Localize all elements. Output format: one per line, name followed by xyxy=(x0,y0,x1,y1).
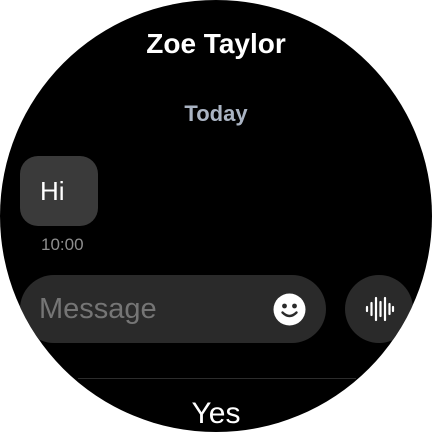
voice-waveform-icon xyxy=(365,296,395,322)
divider xyxy=(78,378,356,379)
watch-screen: Zoe Taylor Today Hi 10:00 Yes xyxy=(0,0,432,432)
contact-name-title: Zoe Taylor xyxy=(146,28,286,59)
quick-reply-yes[interactable]: Yes xyxy=(0,394,432,432)
date-separator: Today xyxy=(184,101,248,126)
message-input-container[interactable] xyxy=(20,275,326,343)
smiley-face-icon[interactable] xyxy=(273,293,306,326)
message-bubble[interactable]: Hi xyxy=(20,156,98,226)
voice-input-button[interactable] xyxy=(345,275,413,343)
message-input[interactable] xyxy=(39,275,259,343)
message-timestamp: 10:00 xyxy=(41,235,84,254)
